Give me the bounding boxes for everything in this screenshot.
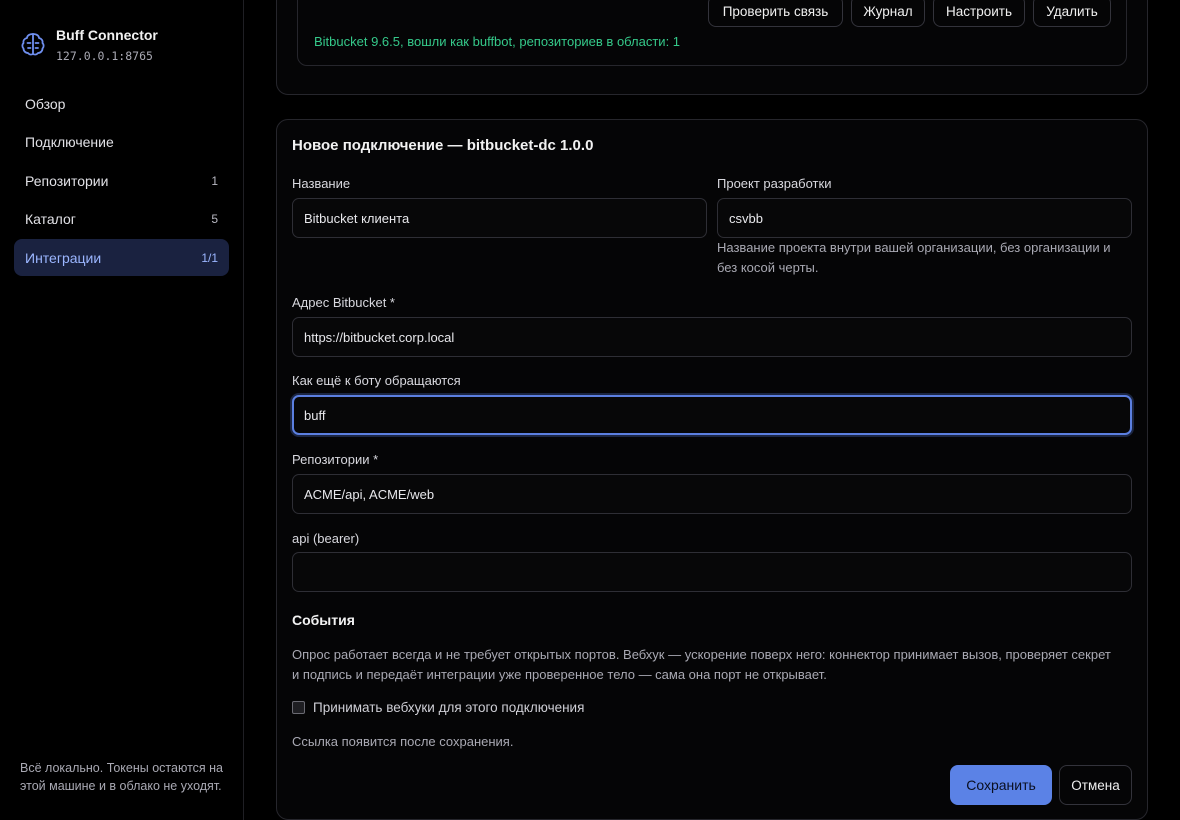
sidebar-item-count: 5 — [211, 212, 218, 226]
integration-item: Проверить связь Журнал Настроить Удалить… — [297, 0, 1127, 66]
alias-label: Как ещё к боту обращаются — [292, 373, 461, 388]
sidebar-item-repositories[interactable]: Репозитории 1 — [14, 162, 229, 199]
webhook-checkbox[interactable] — [292, 701, 305, 714]
brain-logo-icon — [21, 33, 45, 56]
cancel-button[interactable]: Отмена — [1059, 765, 1132, 805]
url-label: Адрес Bitbucket * — [292, 295, 395, 310]
webhook-label: Принимать вебхуки для этого подключения — [313, 700, 585, 715]
sidebar-item-integrations[interactable]: Интеграции 1/1 — [14, 239, 229, 276]
project-label: Проект разработки — [717, 176, 832, 191]
sidebar-item-label: Обзор — [25, 95, 66, 112]
sidebar-footer-note: Всё локально. Токены остаются на этой ма… — [20, 761, 224, 793]
name-label: Название — [292, 176, 351, 191]
sidebar-item-connection[interactable]: Подключение — [14, 124, 229, 161]
events-description: Опрос работает всегда и не требует откры… — [292, 647, 1111, 682]
repos-label: Репозитории * — [292, 452, 379, 467]
server-address: 127.0.0.1:8765 — [56, 49, 153, 63]
api-token-input[interactable] — [292, 552, 1132, 592]
link-note: Ссылка появится после сохранения. — [292, 734, 514, 749]
form-title: Новое подключение — bitbucket-dc 1.0.0 — [292, 137, 594, 154]
sidebar-item-label: Интеграции — [25, 249, 102, 266]
bitbucket-url-input[interactable] — [292, 317, 1132, 357]
webhook-toggle[interactable]: Принимать вебхуки для этого подключения — [292, 700, 584, 715]
sidebar-item-overview[interactable]: Обзор — [14, 85, 229, 122]
events-title: События — [292, 612, 355, 628]
configure-button[interactable]: Настроить — [933, 0, 1025, 27]
bot-alias-input[interactable] — [292, 395, 1132, 435]
new-connection-form: Новое подключение — bitbucket-dc 1.0.0 Н… — [276, 119, 1148, 820]
token-label: api (bearer) — [292, 531, 360, 546]
connection-status-text: Bitbucket 9.6.5, вошли как buffbot, репо… — [314, 34, 681, 49]
log-button[interactable]: Журнал — [851, 0, 925, 27]
repositories-input[interactable] — [292, 474, 1132, 514]
sidebar-item-count: 1/1 — [201, 250, 218, 265]
sidebar-item-count: 1 — [211, 173, 218, 188]
project-hint: Название проекта внутри вашей организаци… — [717, 240, 1111, 275]
project-input[interactable] — [717, 198, 1132, 238]
app-name: Buff Connector — [56, 27, 158, 43]
sidebar-item-label: Подключение — [25, 134, 114, 150]
save-button[interactable]: Сохранить — [950, 765, 1052, 805]
sidebar-nav: Обзор Подключение Репозитории 1 Каталог … — [14, 85, 229, 278]
sidebar-item-catalog[interactable]: Каталог 5 — [14, 201, 229, 238]
delete-button[interactable]: Удалить — [1033, 0, 1111, 27]
sidebar-item-label: Репозитории — [25, 172, 109, 189]
name-input[interactable] — [292, 198, 707, 238]
sidebar: Buff Connector 127.0.0.1:8765 Обзор Подк… — [0, 0, 244, 820]
check-connection-button[interactable]: Проверить связь — [708, 0, 843, 27]
existing-integration-card: Проверить связь Журнал Настроить Удалить… — [276, 0, 1148, 95]
brand: Buff Connector 127.0.0.1:8765 — [20, 26, 158, 63]
sidebar-item-label: Каталог — [25, 211, 76, 227]
